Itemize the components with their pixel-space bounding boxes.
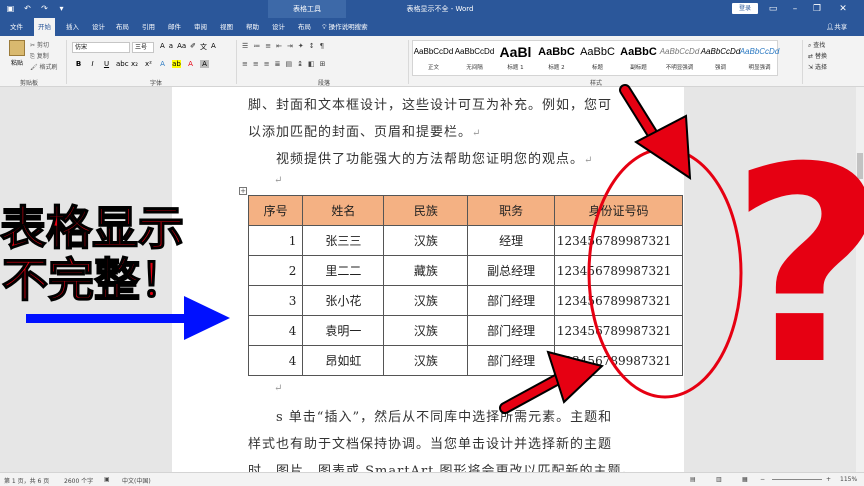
red-arrow-bottom — [499, 350, 604, 414]
red-arrow-top — [619, 84, 692, 180]
question-mark: ? — [730, 109, 864, 424]
word-window: ▣ ↶ ↷ ▾ 表格工具 表格显示不全 - Word 登录 ▭ – ❐ ✕ 文件… — [0, 0, 864, 486]
annotation-layer: ? — [26, 84, 864, 424]
blue-arrow — [26, 296, 230, 340]
red-highlight-ellipse — [587, 147, 743, 399]
